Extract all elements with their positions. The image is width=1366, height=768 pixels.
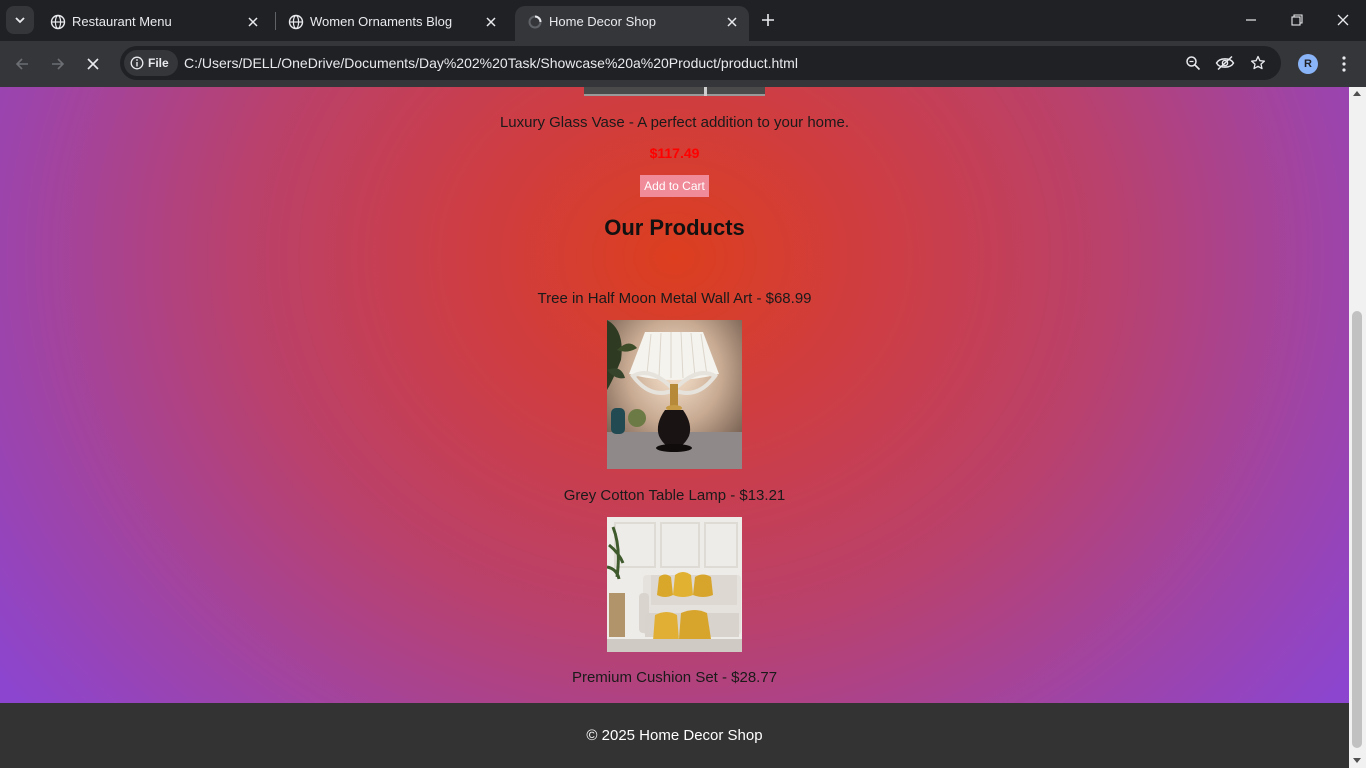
close-tab-icon[interactable]: [482, 13, 500, 31]
address-bar[interactable]: File C:/Users/DELL/OneDrive/Documents/Da…: [120, 46, 1281, 80]
plus-icon: [762, 14, 774, 26]
back-button[interactable]: [8, 50, 36, 78]
tab-search-button[interactable]: [6, 6, 34, 34]
product-label-cushion-set: Premium Cushion Set - $28.77: [571, 669, 778, 686]
tab-title: Restaurant Menu: [72, 14, 172, 29]
restore-icon: [1291, 14, 1303, 26]
arrow-left-icon: [15, 58, 28, 70]
tab-title: Home Decor Shop: [549, 14, 656, 29]
browser-menu-button[interactable]: [1330, 50, 1358, 78]
scrollbar-thumb[interactable]: [1352, 311, 1362, 748]
featured-product-price: $117.49: [649, 145, 700, 161]
info-icon: [130, 56, 144, 70]
globe-icon: [288, 14, 304, 30]
arrow-right-icon: [52, 58, 65, 70]
browser-toolbar: File C:/Users/DELL/OneDrive/Documents/Da…: [0, 41, 1366, 87]
product-label-wall-art: Tree in Half Moon Metal Wall Art - $68.9…: [537, 290, 812, 307]
section-title: Our Products: [604, 215, 745, 240]
product-label-table-lamp: Grey Cotton Table Lamp - $13.21: [563, 487, 786, 504]
scroll-up-arrow-icon[interactable]: [1353, 91, 1361, 96]
new-tab-button[interactable]: [756, 8, 780, 32]
zoom-icon[interactable]: [1183, 53, 1203, 73]
page-scrollbar[interactable]: [1349, 87, 1366, 768]
bookmark-star-icon[interactable]: [1248, 53, 1268, 73]
table-lamp-image: [607, 320, 742, 469]
close-icon: [1337, 14, 1349, 26]
site-info-label: File: [148, 56, 169, 70]
site-footer: © 2025 Home Decor Shop: [0, 703, 1349, 768]
tab-women-ornaments-blog[interactable]: Women Ornaments Blog: [276, 6, 508, 41]
scroll-down-arrow-icon[interactable]: [1353, 758, 1361, 763]
featured-product-image: [584, 87, 765, 96]
close-icon: [87, 58, 99, 70]
loading-icon: [528, 15, 542, 29]
avatar: R: [1298, 54, 1318, 74]
url-text[interactable]: C:/Users/DELL/OneDrive/Documents/Day%202…: [184, 55, 798, 71]
restore-button[interactable]: [1274, 0, 1320, 40]
site-info-chip[interactable]: File: [124, 50, 178, 76]
featured-product-description: Luxury Glass Vase - A perfect addition t…: [499, 114, 850, 131]
forward-button[interactable]: [44, 50, 72, 78]
stop-loading-button[interactable]: [79, 50, 107, 78]
add-to-cart-button[interactable]: Add to Cart: [640, 175, 709, 197]
minimize-button[interactable]: [1228, 0, 1274, 40]
profile-button[interactable]: R: [1294, 50, 1322, 78]
eye-slash-icon[interactable]: [1215, 53, 1235, 73]
page-viewport: Luxury Glass Vase - A perfect addition t…: [0, 87, 1349, 768]
tab-strip: Restaurant Menu Women Ornaments Blog Hom…: [0, 0, 1366, 41]
kebab-menu-icon: [1342, 56, 1346, 72]
close-tab-icon[interactable]: [723, 13, 741, 31]
minimize-icon: [1246, 19, 1256, 21]
globe-icon: [50, 14, 66, 30]
chevron-down-icon: [15, 17, 25, 24]
tab-restaurant-menu[interactable]: Restaurant Menu: [38, 6, 270, 41]
footer-copyright: © 2025 Home Decor Shop: [586, 727, 763, 744]
close-window-button[interactable]: [1320, 0, 1366, 40]
close-tab-icon[interactable]: [244, 13, 262, 31]
tab-title: Women Ornaments Blog: [310, 14, 453, 29]
cushion-set-image: [607, 517, 742, 652]
tab-home-decor-shop[interactable]: Home Decor Shop: [515, 6, 749, 41]
